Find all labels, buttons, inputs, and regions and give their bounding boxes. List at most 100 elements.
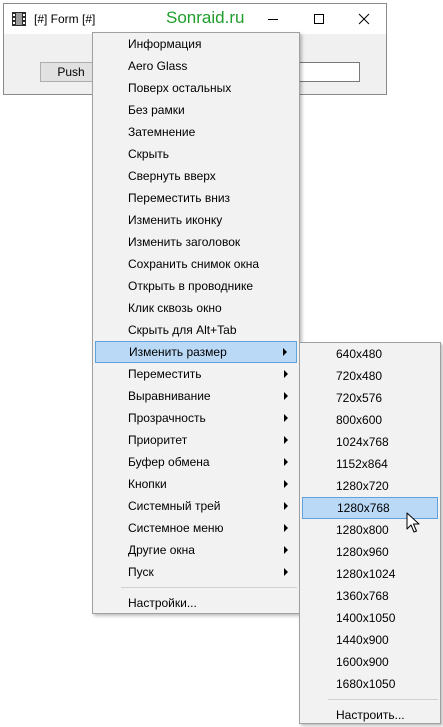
menu-item-label: Информация bbox=[128, 37, 202, 51]
menu-item-label: Aero Glass bbox=[128, 59, 188, 73]
menu-item-19[interactable]: Буфер обмена bbox=[95, 451, 297, 473]
menu-item-20[interactable]: Кнопки bbox=[95, 473, 297, 495]
menu-item-17[interactable]: Прозрачность bbox=[95, 407, 297, 429]
menu-item-12[interactable]: Клик сквозь окно bbox=[95, 297, 297, 319]
menu-item-label: Переместить вниз bbox=[128, 191, 231, 205]
submenu-arrow-icon bbox=[284, 480, 288, 488]
menu-item-9[interactable]: Изменить заголовок bbox=[95, 231, 297, 253]
resolution-item-10[interactable]: 1280x1024 bbox=[302, 563, 438, 585]
settings-item[interactable]: Настройки... bbox=[95, 592, 297, 614]
menu-separator bbox=[121, 587, 297, 588]
resolution-label: 1280x800 bbox=[336, 523, 389, 537]
resolution-item-9[interactable]: 1280x960 bbox=[302, 541, 438, 563]
menu-separator bbox=[328, 699, 438, 700]
submenu-arrow-icon bbox=[284, 568, 288, 576]
resolution-label: 1600x900 bbox=[336, 655, 389, 669]
menu-item-label: Скрыть для Alt+Tab bbox=[128, 323, 237, 337]
menu-item-label: Буфер обмена bbox=[128, 455, 210, 469]
menu-item-label: Сохранить снимок окна bbox=[128, 257, 260, 271]
menu-item-23[interactable]: Другие окна bbox=[95, 539, 297, 561]
menu-item-label: Открыть в проводнике bbox=[128, 279, 254, 293]
resolution-item-1[interactable]: 720x480 bbox=[302, 365, 438, 387]
window-title: [#] Form [#] bbox=[34, 12, 96, 26]
menu-item-22[interactable]: Системное меню bbox=[95, 517, 297, 539]
resolution-item-4[interactable]: 1024x768 bbox=[302, 431, 438, 453]
menu-item-label: Прозрачность bbox=[128, 411, 206, 425]
menu-item-13[interactable]: Скрыть для Alt+Tab bbox=[95, 319, 297, 341]
submenu-arrow-icon bbox=[284, 546, 288, 554]
menu-item-10[interactable]: Сохранить снимок окна bbox=[95, 253, 297, 275]
menu-item-7[interactable]: Переместить вниз bbox=[95, 187, 297, 209]
context-menu: Информация Aero Glass Поверх остальных Без … bbox=[92, 32, 300, 614]
menu-item-5[interactable]: Скрыть bbox=[95, 143, 297, 165]
resolution-label: 1152x864 bbox=[336, 457, 388, 471]
resolution-item-15[interactable]: 1680x1050 bbox=[302, 673, 438, 695]
resolution-item-2[interactable]: 720x576 bbox=[302, 387, 438, 409]
watermark-text: Sonraid.ru bbox=[166, 8, 245, 27]
close-button[interactable] bbox=[341, 4, 387, 34]
submenu-arrow-icon bbox=[284, 414, 288, 422]
menu-item-label: Без рамки bbox=[128, 103, 185, 117]
resolution-label: 1440x900 bbox=[336, 633, 389, 647]
menu-item-16[interactable]: Выравнивание bbox=[95, 385, 297, 407]
menu-item-label: Приоритет bbox=[128, 433, 188, 447]
resolution-label: 1280x1024 bbox=[336, 567, 396, 581]
submenu-arrow-icon bbox=[284, 458, 288, 466]
menu-item-21[interactable]: Системный трей bbox=[95, 495, 297, 517]
custom-size-item[interactable]: Настроить... bbox=[302, 704, 438, 726]
menu-item-label: Другие окна bbox=[128, 543, 195, 557]
menu-item-11[interactable]: Открыть в проводнике bbox=[95, 275, 297, 297]
close-icon bbox=[358, 13, 370, 25]
text-input[interactable] bbox=[298, 62, 360, 82]
menu-item-3[interactable]: Без рамки bbox=[95, 99, 297, 121]
menu-item-6[interactable]: Свернуть вверх bbox=[95, 165, 297, 187]
menu-item-label: Изменить иконку bbox=[128, 213, 223, 227]
film-strip-icon bbox=[12, 12, 26, 26]
menu-item-8[interactable]: Изменить иконку bbox=[95, 209, 297, 231]
resolution-label: 1400x1050 bbox=[336, 611, 396, 625]
settings-label: Настройки... bbox=[128, 596, 197, 610]
menu-item-14[interactable]: Изменить размер bbox=[95, 341, 297, 363]
custom-size-label: Настроить... bbox=[336, 708, 405, 722]
submenu-arrow-icon bbox=[283, 348, 287, 356]
menu-item-0[interactable]: Информация bbox=[95, 33, 297, 55]
resolution-item-11[interactable]: 1360x768 bbox=[302, 585, 438, 607]
resolution-label: 1680x1050 bbox=[336, 677, 396, 691]
menu-item-label: Переместить bbox=[128, 367, 202, 381]
menu-item-label: Свернуть вверх bbox=[128, 169, 216, 183]
menu-item-label: Клик сквозь окно bbox=[128, 301, 222, 315]
resolution-label: 1280x768 bbox=[337, 501, 390, 515]
resolution-item-12[interactable]: 1400x1050 bbox=[302, 607, 438, 629]
menu-item-1[interactable]: Aero Glass bbox=[95, 55, 297, 77]
resolution-label: 720x576 bbox=[336, 391, 383, 405]
menu-item-15[interactable]: Переместить bbox=[95, 363, 297, 385]
resolution-item-3[interactable]: 800x600 bbox=[302, 409, 438, 431]
menu-item-24[interactable]: Пуск bbox=[95, 561, 297, 583]
submenu-arrow-icon bbox=[284, 392, 288, 400]
menu-item-label: Изменить заголовок bbox=[128, 235, 241, 249]
menu-item-label: Затемнение bbox=[128, 125, 196, 139]
resolution-item-6[interactable]: 1280x720 bbox=[302, 475, 438, 497]
menu-item-label: Скрыть bbox=[128, 147, 169, 161]
submenu-arrow-icon bbox=[284, 370, 288, 378]
menu-item-label: Поверх остальных bbox=[128, 81, 232, 95]
minimize-icon bbox=[268, 19, 278, 20]
menu-item-18[interactable]: Приоритет bbox=[95, 429, 297, 451]
resolution-label: 1280x960 bbox=[336, 545, 389, 559]
menu-item-2[interactable]: Поверх остальных bbox=[95, 77, 297, 99]
title-bar[interactable]: [#] Form [#] Sonraid.ru bbox=[4, 4, 386, 34]
menu-item-label: Системное меню bbox=[128, 521, 224, 535]
resolution-label: 1280x720 bbox=[336, 479, 389, 493]
resolution-label: 1360x768 bbox=[336, 589, 389, 603]
resolution-item-14[interactable]: 1600x900 bbox=[302, 651, 438, 673]
resolution-item-0[interactable]: 640x480 bbox=[302, 343, 438, 365]
minimize-button[interactable] bbox=[250, 4, 296, 34]
menu-item-label: Изменить размер bbox=[129, 345, 227, 359]
resolution-label: 1024x768 bbox=[336, 435, 389, 449]
resolution-item-5[interactable]: 1152x864 bbox=[302, 453, 438, 475]
menu-item-4[interactable]: Затемнение bbox=[95, 121, 297, 143]
resolution-item-13[interactable]: 1440x900 bbox=[302, 629, 438, 651]
menu-item-label: Выравнивание bbox=[128, 389, 211, 403]
maximize-button[interactable] bbox=[296, 4, 342, 34]
resolution-label: 800x600 bbox=[336, 413, 383, 427]
